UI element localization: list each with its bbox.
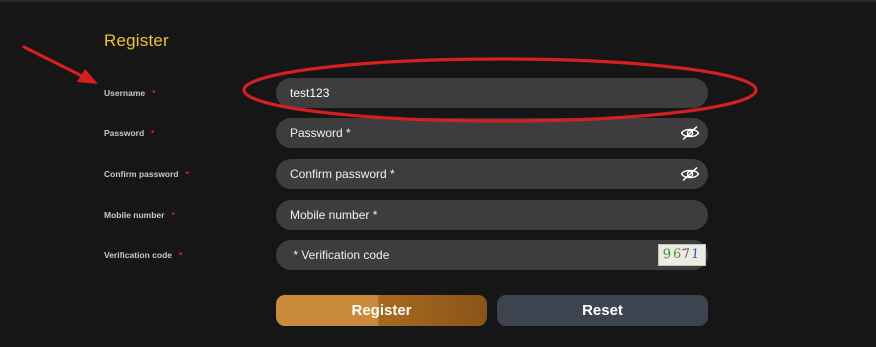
- confirm-password-placeholder: Confirm password *: [290, 167, 395, 181]
- eye-off-icon[interactable]: [680, 166, 700, 182]
- confirm-password-label: Confirm password *: [104, 169, 189, 179]
- eye-off-icon[interactable]: [680, 125, 700, 141]
- register-page: Register Username * test123 Password * Pas…: [0, 0, 876, 345]
- required-marker: *: [179, 250, 183, 260]
- required-marker: *: [185, 169, 189, 179]
- verification-code-label: Verification code *: [104, 250, 182, 260]
- required-marker: *: [151, 128, 155, 138]
- confirm-password-label-text: Confirm password: [104, 169, 179, 179]
- captcha-digit: 1: [690, 246, 702, 263]
- required-marker: *: [152, 88, 156, 98]
- confirm-password-row: Confirm password * Confirm password *: [0, 159, 876, 189]
- mobile-number-row: Mobile number * Mobile number *: [0, 200, 876, 230]
- password-label-text: Password: [104, 128, 145, 138]
- mobile-number-field[interactable]: Mobile number *: [276, 200, 708, 230]
- confirm-password-field[interactable]: Confirm password *: [276, 159, 708, 189]
- verification-code-placeholder: * Verification code: [290, 248, 390, 262]
- mobile-number-label: Mobile number *: [104, 210, 175, 220]
- username-label: Username *: [104, 88, 155, 98]
- reset-button[interactable]: Reset: [497, 295, 708, 326]
- password-row: Password * Password *: [0, 118, 876, 148]
- required-marker: *: [171, 210, 175, 220]
- verification-code-label-text: Verification code: [104, 250, 173, 260]
- username-row: Username * test123: [0, 78, 876, 108]
- register-button[interactable]: Register: [276, 295, 487, 326]
- page-title: Register: [104, 31, 169, 50]
- verification-code-field[interactable]: * Verification code 96715: [276, 240, 708, 270]
- username-field[interactable]: test123: [276, 78, 708, 108]
- password-label: Password *: [104, 128, 154, 138]
- mobile-number-placeholder: Mobile number *: [290, 208, 378, 222]
- captcha-image[interactable]: 96715: [658, 244, 706, 266]
- mobile-number-label-text: Mobile number: [104, 210, 165, 220]
- password-placeholder: Password *: [290, 126, 351, 140]
- verification-code-row: Verification code * * Verification code 9…: [0, 240, 876, 270]
- password-field[interactable]: Password *: [276, 118, 708, 148]
- username-label-text: Username: [104, 88, 146, 98]
- username-value: test123: [290, 86, 330, 100]
